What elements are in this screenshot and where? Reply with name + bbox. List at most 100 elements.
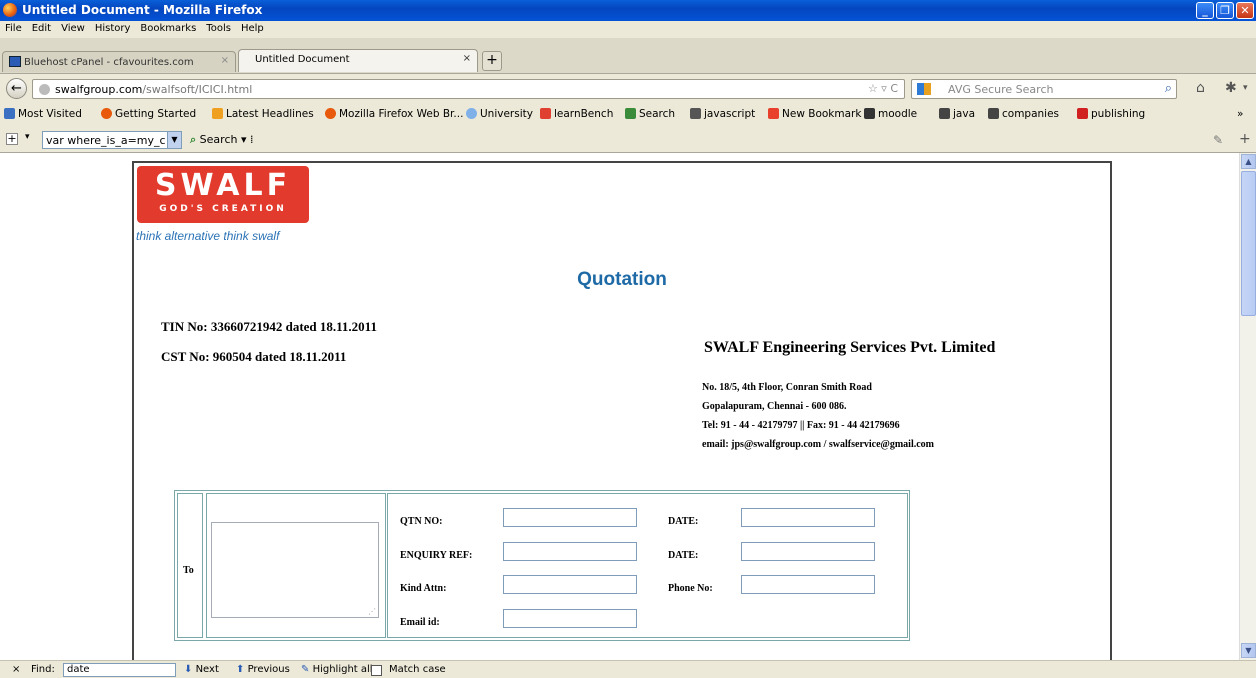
kind-attn-input[interactable] — [503, 575, 637, 594]
scroll-down-icon[interactable]: ▼ — [1241, 643, 1256, 658]
custom-toolbar: + ▾ var where_is_a=my_c ▼ ⌕ Search ▾ ⁞ ✎ … — [0, 127, 1256, 153]
search-engine-icon[interactable] — [917, 83, 931, 95]
most-visited-icon — [4, 108, 15, 119]
menu-tools[interactable]: Tools — [201, 21, 236, 34]
chevron-down-icon[interactable]: ▼ — [167, 132, 181, 148]
find-bar: × Find: date ⬇ Next ⬆ Previous ✎ Highlig… — [0, 660, 1256, 678]
search-placeholder: AVG Secure Search — [948, 83, 1054, 96]
bookmark-learnbench[interactable]: learnBench — [540, 108, 613, 120]
phone-fax-line: Tel: 91 - 44 - 42179797 || Fax: 91 - 44 … — [702, 420, 900, 431]
close-tab-icon[interactable]: × — [463, 53, 471, 64]
swalf-logo: SWALF GOD'S CREATION — [137, 166, 309, 223]
company-name: SWALF Engineering Services Pvt. Limited — [704, 339, 996, 356]
menu-bookmarks[interactable]: Bookmarks — [135, 21, 201, 34]
tab-untitled-document[interactable]: Untitled Document × — [238, 49, 478, 72]
enquiry-ref-label: ENQUIRY REF: — [400, 550, 473, 561]
new-tab-button[interactable]: + — [482, 51, 502, 71]
page-icon — [939, 108, 950, 119]
bookmark-publishing[interactable]: publishing — [1077, 108, 1145, 120]
enquiry-date-input[interactable] — [741, 542, 875, 561]
minimize-button[interactable]: _ — [1196, 2, 1214, 19]
url-bar[interactable]: swalfgroup.com/swalfsoft/ICICI.html ☆ ▿ … — [32, 79, 905, 99]
page-title: Quotation — [577, 269, 667, 290]
bookmark-university[interactable]: University — [466, 108, 533, 120]
bookmark-mozilla[interactable]: Mozilla Firefox Web Br... — [325, 108, 463, 120]
highlighter-icon: ✎ — [301, 664, 310, 675]
toolbar-search-button[interactable]: ⌕ Search ▾ ⁞ — [190, 133, 253, 147]
menu-view[interactable]: View — [56, 21, 90, 34]
arrow-up-icon: ⬆ — [236, 664, 245, 675]
expand-icon[interactable]: + — [6, 133, 18, 145]
quotation-form: To ⋰ QTN NO: DATE: ENQUIRY REF: DATE: Ki… — [174, 490, 910, 641]
date-input[interactable] — [741, 508, 875, 527]
site-globe-icon — [39, 84, 50, 95]
scroll-up-icon[interactable]: ▲ — [1241, 154, 1256, 169]
firefox-icon — [325, 108, 336, 119]
menu-bar: File Edit View History Bookmarks Tools Help — [0, 21, 1256, 38]
bookmark-new-bookmark[interactable]: New Bookmark — [768, 108, 861, 120]
bookmarks-overflow-icon[interactable]: » — [1237, 108, 1243, 120]
match-case-checkbox[interactable] — [371, 665, 382, 676]
dropdown-arrow-icon[interactable]: ▾ — [25, 132, 30, 142]
bookmark-moodle[interactable]: moodle — [864, 108, 917, 120]
addon-icon[interactable]: ✱ — [1225, 80, 1237, 96]
resize-grip-icon[interactable]: ⋰ — [368, 607, 376, 616]
bookmark-most-visited[interactable]: Most Visited — [4, 108, 82, 120]
enquiry-ref-input[interactable] — [503, 542, 637, 561]
arrow-down-icon: ⬇ — [184, 664, 193, 675]
rss-icon — [212, 108, 223, 119]
find-input[interactable]: date — [63, 663, 176, 677]
close-tab-icon[interactable]: × — [221, 55, 229, 66]
find-previous-button[interactable]: ⬆ Previous — [236, 664, 290, 675]
bookmark-javascript[interactable]: javascript — [690, 108, 755, 120]
maximize-button[interactable]: ❐ — [1216, 2, 1234, 19]
search-magnifier-icon[interactable]: ⌕ — [1165, 81, 1172, 96]
url-path: /swalfsoft/ICICI.html — [142, 83, 253, 96]
to-address-textarea[interactable]: ⋰ — [211, 522, 379, 618]
search-box[interactable]: AVG Secure Search ⌕ — [911, 79, 1177, 99]
email-id-input[interactable] — [503, 609, 637, 628]
logo-sub-text: GOD'S CREATION — [159, 204, 287, 214]
vertical-scrollbar[interactable]: ▲ ▼ — [1239, 153, 1256, 660]
email-line: email: jps@swalfgroup.com / swalfservice… — [702, 439, 934, 450]
search-tile-icon — [625, 108, 636, 119]
add-icon[interactable]: + — [1239, 131, 1251, 147]
bookmark-search[interactable]: Search — [625, 108, 675, 120]
email-id-label: Email id: — [400, 617, 440, 628]
menu-file[interactable]: File — [0, 21, 27, 34]
scroll-thumb[interactable] — [1241, 171, 1256, 316]
highlight-all-button[interactable]: ✎ Highlight all — [301, 664, 373, 675]
bookmark-getting-started[interactable]: Getting Started — [101, 108, 196, 120]
fields-cell: QTN NO: DATE: ENQUIRY REF: DATE: Kind At… — [387, 493, 908, 638]
google-icon — [768, 108, 779, 119]
qtn-no-label: QTN NO: — [400, 516, 443, 527]
menu-edit[interactable]: Edit — [27, 21, 56, 34]
youtube-icon — [1077, 108, 1088, 119]
back-button[interactable]: ← — [6, 78, 27, 99]
navigation-bar: ← swalfgroup.com/swalfsoft/ICICI.html ☆ … — [0, 75, 1256, 103]
find-next-button[interactable]: ⬇ Next — [184, 664, 219, 675]
toolbar-input[interactable]: var where_is_a=my_c ▼ — [42, 131, 182, 149]
window-title: Untitled Document - Mozilla Firefox — [22, 3, 263, 17]
wrench-icon[interactable]: ✎ — [1213, 133, 1223, 147]
bookmark-companies[interactable]: companies — [988, 108, 1059, 120]
close-window-button[interactable]: ✕ — [1236, 2, 1254, 19]
bookmark-java[interactable]: java — [939, 108, 975, 120]
cst-number: CST No: 960504 dated 18.11.2011 — [161, 349, 347, 364]
menu-history[interactable]: History — [90, 21, 136, 34]
address-line: Gopalapuram, Chennai - 600 086. — [702, 401, 847, 412]
address-cell: ⋰ — [206, 493, 386, 638]
logo-main-text: SWALF — [154, 168, 292, 203]
phone-no-input[interactable] — [741, 575, 875, 594]
firefox-icon — [101, 108, 112, 119]
menu-help[interactable]: Help — [236, 21, 269, 34]
tab-bluehost[interactable]: Bluehost cPanel - cfavourites.com × — [2, 51, 236, 72]
page-viewport: SWALF GOD'S CREATION think alternative t… — [0, 153, 1239, 660]
qtn-no-input[interactable] — [503, 508, 637, 527]
bookmark-star-reload-icons[interactable]: ☆ ▿ C — [868, 82, 898, 95]
moodle-icon — [864, 108, 875, 119]
home-icon[interactable]: ⌂ — [1196, 80, 1205, 96]
close-find-icon[interactable]: × — [12, 664, 20, 675]
menu-chevron-icon[interactable]: ▾ — [1243, 83, 1248, 93]
bookmark-latest-headlines[interactable]: Latest Headlines — [212, 108, 314, 120]
